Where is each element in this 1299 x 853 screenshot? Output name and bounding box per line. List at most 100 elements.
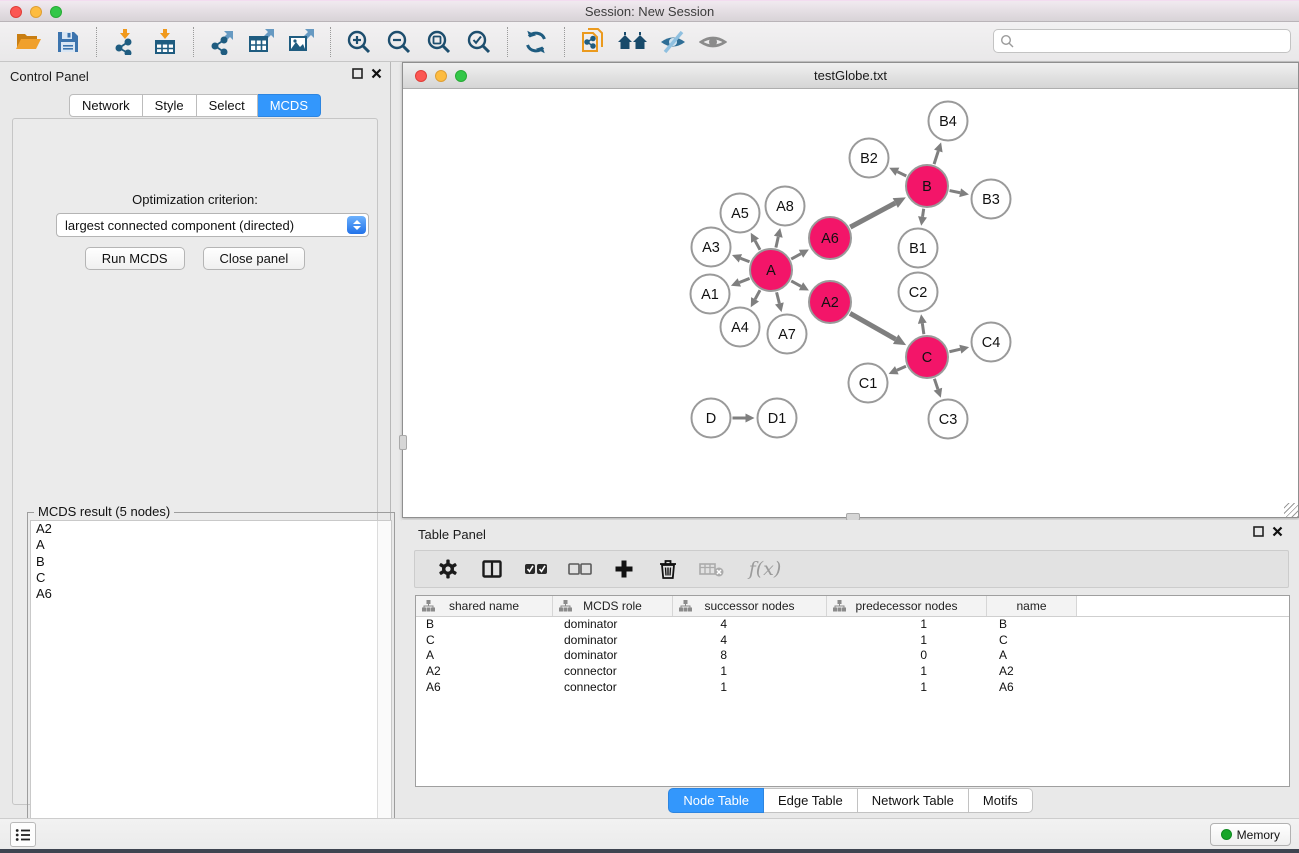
- network-edge-A2-C[interactable]: [850, 313, 896, 339]
- mcds-result-item[interactable]: A2: [31, 521, 391, 537]
- float-table-panel-icon[interactable]: [1253, 526, 1264, 537]
- tab-mcds[interactable]: MCDS: [258, 94, 321, 117]
- table-cell[interactable]: 1: [827, 633, 987, 649]
- network-node-B2[interactable]: B2: [850, 139, 889, 178]
- network-node-B3[interactable]: B3: [972, 180, 1011, 219]
- network-node-A8[interactable]: A8: [766, 187, 805, 226]
- network-node-B[interactable]: B: [906, 165, 948, 207]
- network-edge-C-C3[interactable]: [934, 379, 938, 389]
- network-edge-A-A7[interactable]: [777, 292, 780, 303]
- run-mcds-button[interactable]: Run MCDS: [85, 247, 185, 270]
- float-panel-icon[interactable]: [352, 68, 363, 79]
- network-edge-B-B3[interactable]: [950, 191, 961, 193]
- column-header-predecessor-nodes[interactable]: predecessor nodes: [827, 596, 987, 616]
- table-cell[interactable]: A6: [416, 680, 553, 696]
- apply-layout-button[interactable]: [516, 25, 556, 59]
- network-node-A1[interactable]: A1: [691, 275, 730, 314]
- memory-button[interactable]: Memory: [1210, 823, 1291, 846]
- mcds-result-item[interactable]: A: [31, 537, 391, 553]
- add-column-button[interactable]: [609, 554, 639, 584]
- network-node-B1[interactable]: B1: [899, 229, 938, 268]
- select-all-button[interactable]: [521, 554, 551, 584]
- mcds-result-item[interactable]: B: [31, 554, 391, 570]
- column-header-successor-nodes[interactable]: successor nodes: [673, 596, 827, 616]
- network-minimize-button[interactable]: [435, 70, 447, 82]
- network-close-button[interactable]: [415, 70, 427, 82]
- network-node-A7[interactable]: A7: [768, 315, 807, 354]
- export-table-button[interactable]: [242, 25, 282, 59]
- table-row[interactable]: Adominator80A: [416, 648, 1289, 664]
- open-session-button[interactable]: [8, 25, 48, 59]
- network-node-A4[interactable]: A4: [721, 308, 760, 347]
- table-cell[interactable]: 1: [827, 680, 987, 696]
- table-row[interactable]: Cdominator41C: [416, 633, 1289, 649]
- export-image-button[interactable]: [282, 25, 322, 59]
- network-canvas[interactable]: AA1A2A3A4A5A6A7A8BB1B2B3B4CC1C2C3C4DD1: [403, 89, 1298, 517]
- network-edge-A-A5[interactable]: [755, 241, 760, 250]
- column-header-name[interactable]: name: [987, 596, 1077, 616]
- zoom-selected-button[interactable]: [459, 25, 499, 59]
- network-node-B4[interactable]: B4: [929, 102, 968, 141]
- mcds-result-item[interactable]: C: [31, 570, 391, 586]
- criterion-dropdown[interactable]: largest connected component (directed): [56, 213, 369, 237]
- table-cell[interactable]: 8: [673, 648, 827, 664]
- network-edge-C-C2[interactable]: [922, 323, 924, 334]
- export-network-button[interactable]: [202, 25, 242, 59]
- tab-network-table[interactable]: Network Table: [858, 788, 969, 813]
- table-cell[interactable]: connector: [553, 680, 673, 696]
- zoom-out-button[interactable]: [379, 25, 419, 59]
- network-node-C2[interactable]: C2: [899, 273, 938, 312]
- network-node-A[interactable]: A: [750, 249, 792, 291]
- network-node-A2[interactable]: A2: [809, 281, 851, 323]
- network-edge-A-A4[interactable]: [755, 290, 760, 299]
- table-cell[interactable]: dominator: [553, 633, 673, 649]
- table-cell[interactable]: A: [987, 648, 1077, 664]
- network-edge-A-A8[interactable]: [776, 237, 778, 248]
- table-cell[interactable]: C: [987, 633, 1077, 649]
- column-header-shared-name[interactable]: shared name: [416, 596, 553, 616]
- mcds-result-item[interactable]: A6: [31, 586, 391, 602]
- table-cell[interactable]: A6: [987, 680, 1077, 696]
- network-from-selection-button[interactable]: [573, 25, 613, 59]
- delete-table-button[interactable]: [697, 554, 727, 584]
- left-divider-grip[interactable]: [399, 435, 407, 450]
- network-node-A6[interactable]: A6: [809, 217, 851, 259]
- table-cell[interactable]: 4: [673, 617, 827, 633]
- close-panel-icon[interactable]: [371, 68, 382, 79]
- network-edge-B-B4[interactable]: [934, 151, 938, 164]
- tab-select[interactable]: Select: [197, 94, 258, 117]
- zoom-window-button[interactable]: [50, 6, 62, 18]
- network-node-D1[interactable]: D1: [758, 399, 797, 438]
- network-edge-B-B2[interactable]: [897, 172, 906, 176]
- search-input[interactable]: [1015, 34, 1290, 49]
- table-cell[interactable]: A2: [416, 664, 553, 680]
- window-resize-grip[interactable]: [1284, 503, 1298, 517]
- table-cell[interactable]: 4: [673, 633, 827, 649]
- network-node-A3[interactable]: A3: [692, 228, 731, 267]
- zoom-fit-button[interactable]: [419, 25, 459, 59]
- tab-node-table[interactable]: Node Table: [668, 788, 764, 813]
- table-cell[interactable]: dominator: [553, 648, 673, 664]
- table-cell[interactable]: B: [416, 617, 553, 633]
- network-edge-A-A3[interactable]: [740, 258, 749, 261]
- table-row[interactable]: Bdominator41B: [416, 617, 1289, 633]
- zoom-in-button[interactable]: [339, 25, 379, 59]
- hide-selected-button[interactable]: [653, 25, 693, 59]
- tab-edge-table[interactable]: Edge Table: [764, 788, 858, 813]
- network-node-C[interactable]: C: [906, 336, 948, 378]
- network-edge-A-A2[interactable]: [791, 281, 801, 286]
- show-all-button[interactable]: [693, 25, 733, 59]
- close-table-panel-icon[interactable]: [1272, 526, 1283, 537]
- table-cell[interactable]: A: [416, 648, 553, 664]
- import-table-button[interactable]: [145, 25, 185, 59]
- search-field[interactable]: [993, 29, 1291, 53]
- network-node-C4[interactable]: C4: [972, 323, 1011, 362]
- delete-column-button[interactable]: [653, 554, 683, 584]
- import-network-button[interactable]: [105, 25, 145, 59]
- table-cell[interactable]: connector: [553, 664, 673, 680]
- network-edge-C-C1[interactable]: [897, 366, 906, 370]
- table-cell[interactable]: B: [987, 617, 1077, 633]
- network-node-D[interactable]: D: [692, 399, 731, 438]
- table-settings-button[interactable]: [433, 554, 463, 584]
- minimize-window-button[interactable]: [30, 6, 42, 18]
